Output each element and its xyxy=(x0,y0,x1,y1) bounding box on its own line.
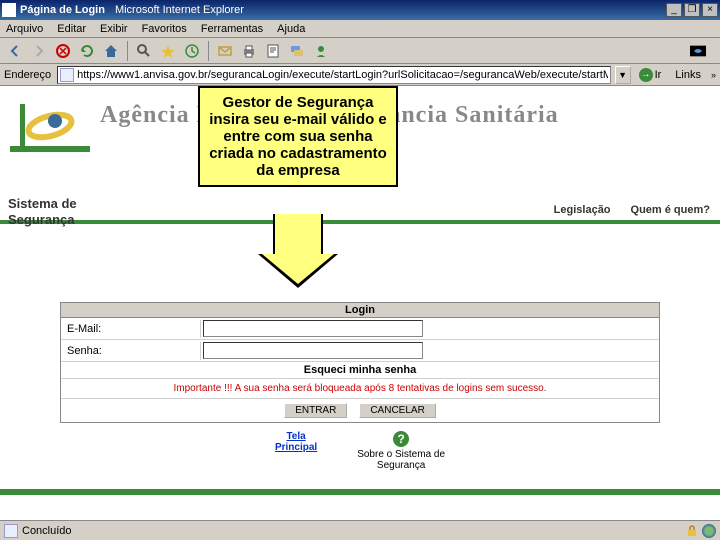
login-header: Login xyxy=(61,303,659,318)
bottom-green-bar xyxy=(0,489,720,495)
nav-legislacao[interactable]: Legislação xyxy=(554,204,611,216)
senha-label: Senha: xyxy=(61,342,201,360)
address-label: Endereço xyxy=(4,69,51,81)
warning-text: Importante !!! A sua senha será bloquead… xyxy=(61,379,659,399)
zone-icon xyxy=(702,524,716,538)
links-chevron[interactable]: » xyxy=(711,70,716,80)
page-icon xyxy=(60,68,74,82)
page-title: Página de Login xyxy=(20,4,105,16)
nav-quem[interactable]: Quem é quem? xyxy=(631,204,710,216)
sobre-link[interactable]: ? Sobre o Sistema de Segurança xyxy=(357,431,445,471)
footer-links: Tela Principal ? Sobre o Sistema de Segu… xyxy=(0,431,720,471)
maximize-button[interactable]: ❐ xyxy=(684,3,700,17)
system-title-l1: Sistema de xyxy=(8,196,77,212)
url-input[interactable] xyxy=(77,69,607,81)
menu-bar: Arquivo Editar Exibir Favoritos Ferramen… xyxy=(0,20,720,38)
discuss-button[interactable] xyxy=(286,40,308,62)
print-button[interactable] xyxy=(238,40,260,62)
instruction-arrow-icon xyxy=(258,214,338,284)
tela-principal-link[interactable]: Tela Principal xyxy=(275,431,317,453)
menu-ferramentas[interactable]: Ferramentas xyxy=(201,23,263,35)
stop-button[interactable] xyxy=(52,40,74,62)
toolbar-separator xyxy=(127,41,128,61)
menu-editar[interactable]: Editar xyxy=(57,23,86,35)
ie-icon xyxy=(2,3,16,17)
search-button[interactable] xyxy=(133,40,155,62)
status-page-icon xyxy=(4,524,18,538)
window-titlebar: Página de Login Microsoft Internet Explo… xyxy=(0,0,720,20)
status-left: Concluído xyxy=(4,524,72,538)
email-row: E-Mail: xyxy=(61,318,659,340)
messenger-button[interactable] xyxy=(310,40,332,62)
status-text: Concluído xyxy=(22,525,72,537)
instruction-overlay: Gestor de Segurança insira seu e-mail vá… xyxy=(198,86,398,187)
app-name: Microsoft Internet Explorer xyxy=(115,4,666,16)
lock-icon xyxy=(686,525,698,537)
tela-principal-l2[interactable]: Principal xyxy=(275,442,317,453)
address-dropdown[interactable]: ▼ xyxy=(615,66,631,84)
menu-ajuda[interactable]: Ajuda xyxy=(277,23,305,35)
ie-throbber xyxy=(680,40,716,62)
anvisa-logo xyxy=(10,96,90,156)
menu-favoritos[interactable]: Favoritos xyxy=(142,23,187,35)
home-button[interactable] xyxy=(100,40,122,62)
email-input[interactable] xyxy=(203,320,423,337)
green-divider xyxy=(0,220,720,224)
menu-exibir[interactable]: Exibir xyxy=(100,23,128,35)
back-button[interactable] xyxy=(4,40,26,62)
forward-button[interactable] xyxy=(28,40,50,62)
menu-arquivo[interactable]: Arquivo xyxy=(6,23,43,35)
close-button[interactable]: × xyxy=(702,3,718,17)
address-bar: Endereço ▼ → Ir Links » xyxy=(0,64,720,86)
go-icon: → xyxy=(639,68,653,82)
forgot-password-link[interactable]: Esqueci minha senha xyxy=(61,362,659,379)
sobre-l1: Sobre o Sistema de xyxy=(357,449,445,460)
url-box[interactable] xyxy=(57,66,610,84)
toolbar-separator-2 xyxy=(208,41,209,61)
top-nav: Legislação Quem é quem? xyxy=(554,204,710,216)
refresh-button[interactable] xyxy=(76,40,98,62)
go-label: Ir xyxy=(655,69,662,81)
toolbar xyxy=(0,38,720,64)
help-icon: ? xyxy=(393,431,409,447)
window-buttons: _ ❐ × xyxy=(666,3,718,17)
email-label: E-Mail: xyxy=(61,320,201,338)
page-content: Agência Nacional de Vigilância Sanitária… xyxy=(0,86,720,520)
status-right xyxy=(686,524,716,538)
status-bar: Concluído xyxy=(0,520,720,540)
login-buttons: ENTRAR CANCELAR xyxy=(61,399,659,422)
sobre-l2: Segurança xyxy=(377,460,425,471)
history-button[interactable] xyxy=(181,40,203,62)
tela-principal-l1[interactable]: Tela xyxy=(286,431,305,442)
login-box: Login E-Mail: Senha: Esqueci minha senha… xyxy=(60,302,660,423)
system-title-l2: Segurança xyxy=(8,212,77,228)
favorites-button[interactable] xyxy=(157,40,179,62)
mail-button[interactable] xyxy=(214,40,236,62)
cancelar-button[interactable]: CANCELAR xyxy=(359,403,435,418)
links-label[interactable]: Links xyxy=(669,69,707,81)
minimize-button[interactable]: _ xyxy=(666,3,682,17)
senha-row: Senha: xyxy=(61,340,659,362)
senha-input[interactable] xyxy=(203,342,423,359)
edit-button[interactable] xyxy=(262,40,284,62)
system-title: Sistema de Segurança xyxy=(8,196,77,227)
entrar-button[interactable]: ENTRAR xyxy=(284,403,347,418)
go-button[interactable]: → Ir xyxy=(635,68,666,82)
page-header: Agência Nacional de Vigilância Sanitária… xyxy=(0,86,720,216)
